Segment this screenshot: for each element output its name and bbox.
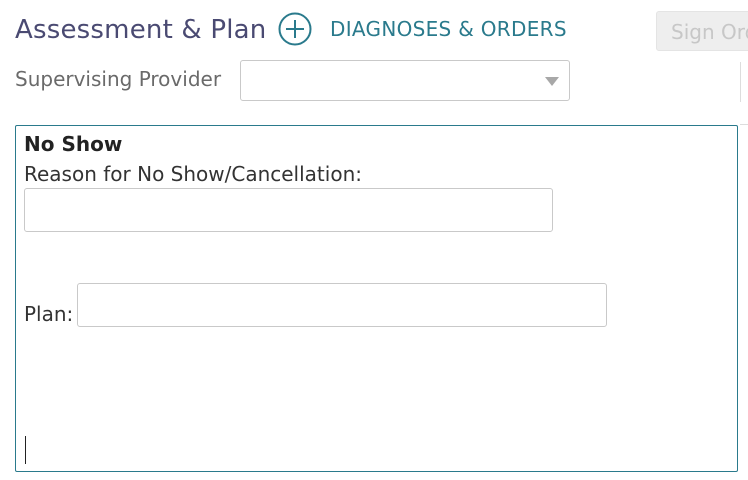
note-heading: No Show xyxy=(24,132,123,156)
sign-orders-button[interactable]: Sign Orders xyxy=(656,11,748,51)
add-diagnoses-orders-label: DIAGNOSES & ORDERS xyxy=(330,17,567,41)
supervising-provider-label: Supervising Provider xyxy=(15,67,222,91)
supervising-provider-select[interactable] xyxy=(240,60,570,101)
text-cursor xyxy=(25,436,26,464)
plan-label: Plan: xyxy=(24,302,74,326)
vertical-divider xyxy=(740,62,741,102)
reason-input[interactable] xyxy=(24,188,553,232)
horizontal-divider xyxy=(740,124,748,125)
add-diagnoses-orders-button[interactable]: DIAGNOSES & ORDERS xyxy=(278,12,567,46)
reason-label: Reason for No Show/Cancellation: xyxy=(24,162,362,186)
section-title: Assessment & Plan xyxy=(15,15,267,45)
note-editor[interactable]: No Show Reason for No Show/Cancellation:… xyxy=(15,125,738,472)
assessment-plan-page: Assessment & Plan DIAGNOSES & ORDERS Sig… xyxy=(0,0,748,480)
plus-circle-icon[interactable] xyxy=(278,12,312,46)
chevron-down-icon[interactable] xyxy=(545,77,559,86)
plan-input[interactable] xyxy=(77,283,607,327)
